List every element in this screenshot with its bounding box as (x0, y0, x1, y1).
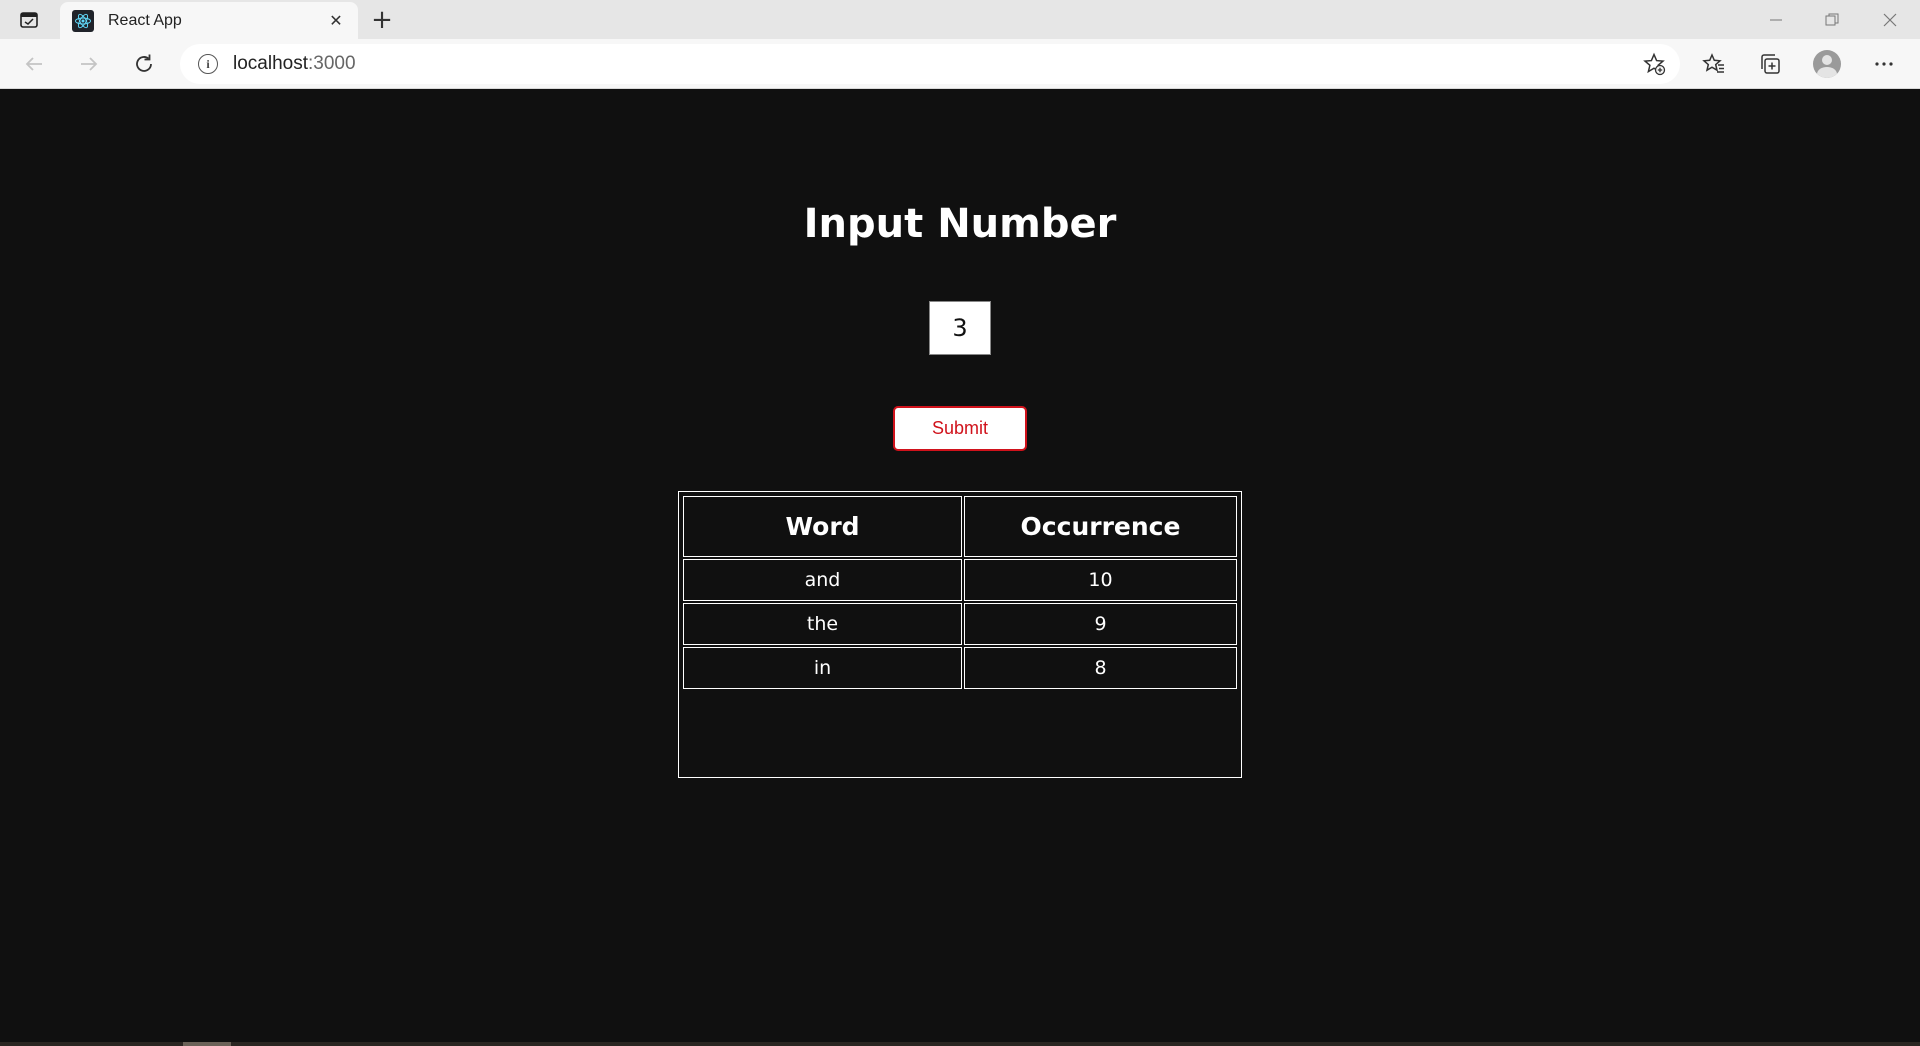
table-row: in 8 (683, 647, 1237, 689)
tab-actions-icon[interactable] (14, 8, 44, 32)
browser-tab[interactable]: React App ✕ (60, 2, 358, 39)
page-title: Input Number (803, 201, 1117, 247)
results-table: Word Occurrence and 10 the 9 in 8 (678, 491, 1242, 778)
react-favicon-icon (72, 9, 94, 32)
header-word: Word (683, 496, 962, 557)
address-bar[interactable]: i localhost:3000 (180, 44, 1680, 84)
number-input[interactable] (929, 301, 991, 355)
app-page: Input Number Submit Word Occurrence and … (0, 89, 1920, 1042)
word-cell: in (683, 647, 962, 689)
horizontal-scrollbar[interactable] (0, 1042, 1920, 1046)
restore-icon[interactable] (1804, 0, 1860, 39)
occurrence-cell: 8 (964, 647, 1237, 689)
close-icon[interactable]: ✕ (326, 11, 346, 30)
minimize-icon[interactable] (1748, 0, 1804, 39)
plus-icon[interactable]: + (366, 4, 398, 36)
browser-toolbar: i localhost:3000 (0, 39, 1920, 89)
tab-title: React App (108, 11, 182, 29)
scrollbar-thumb[interactable] (183, 1042, 231, 1046)
occurrence-cell: 9 (964, 603, 1237, 645)
submit-button[interactable]: Submit (893, 406, 1027, 451)
table-header-row: Word Occurrence (683, 496, 1237, 557)
url-host: localhost (233, 53, 308, 74)
more-icon[interactable] (1865, 45, 1903, 83)
url-text: localhost:3000 (233, 53, 356, 75)
window-close-icon[interactable] (1862, 0, 1918, 39)
tab-bar: React App ✕ + (0, 0, 1920, 39)
profile-icon[interactable] (1808, 45, 1846, 83)
forward-icon[interactable] (70, 45, 108, 83)
collections-icon[interactable] (1751, 45, 1789, 83)
word-cell: the (683, 603, 962, 645)
back-icon[interactable] (15, 45, 53, 83)
info-icon[interactable]: i (198, 54, 218, 74)
occurrence-cell: 10 (964, 559, 1237, 601)
word-cell: and (683, 559, 962, 601)
table-row: and 10 (683, 559, 1237, 601)
add-favorite-icon[interactable] (1642, 52, 1666, 76)
refresh-icon[interactable] (125, 45, 163, 83)
header-occurrence: Occurrence (964, 496, 1237, 557)
favorites-icon[interactable] (1695, 45, 1733, 83)
table-row: the 9 (683, 603, 1237, 645)
url-port: :3000 (308, 53, 356, 74)
